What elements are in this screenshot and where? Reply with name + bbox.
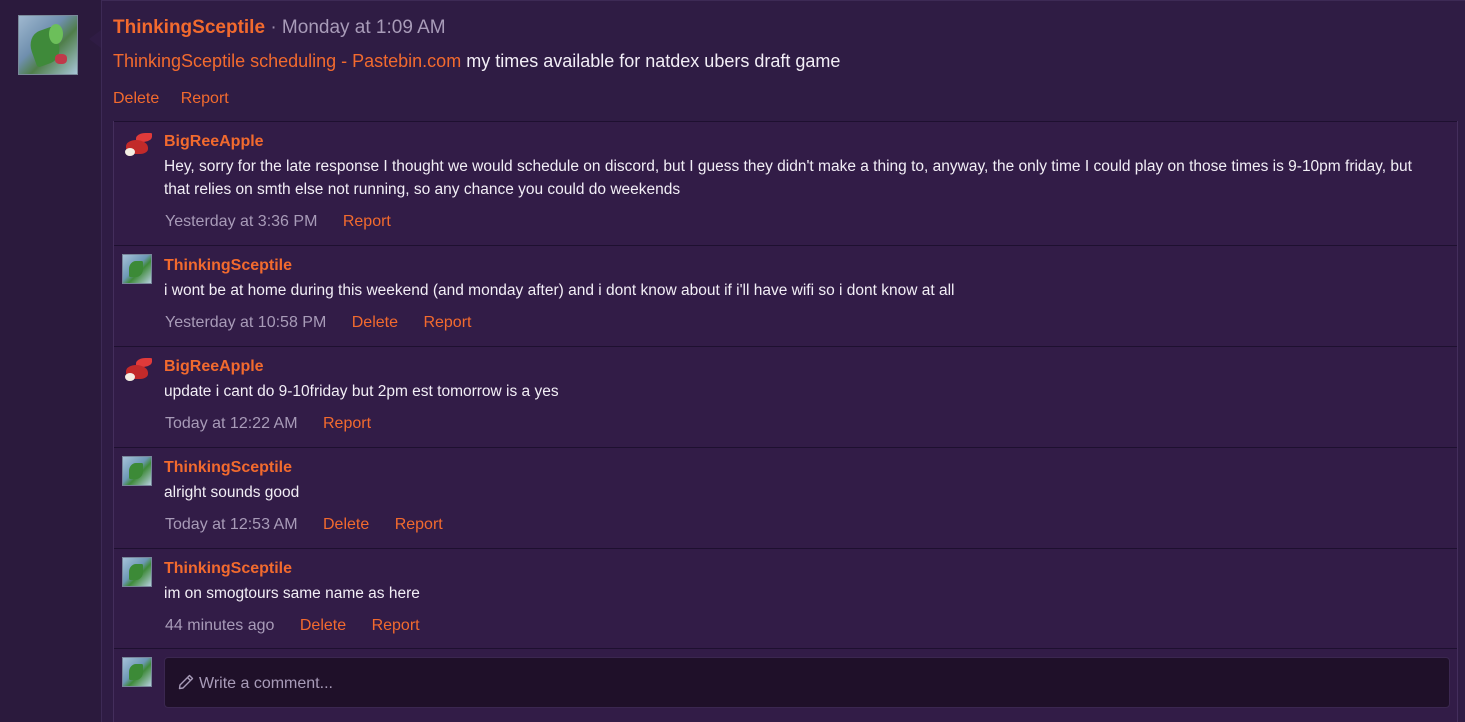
report-button[interactable]: Report	[395, 516, 443, 533]
comment-meta: 44 minutes ago Delete Report	[165, 617, 441, 635]
avatar[interactable]	[122, 456, 152, 486]
comment-time[interactable]: Today at 12:53 AM	[165, 516, 298, 533]
post-text: my times available for natdex ubers draf…	[466, 51, 841, 71]
report-button[interactable]: Report	[372, 617, 420, 634]
comment-time[interactable]: Today at 12:22 AM	[165, 415, 298, 432]
comment-text: update i cant do 9-10friday but 2pm est …	[164, 383, 559, 400]
author-avatar[interactable]	[18, 15, 78, 75]
header-separator: ·	[270, 17, 277, 38]
post-header: ThinkingSceptile · Monday at 1:09 AM	[113, 17, 446, 39]
delete-button[interactable]: Delete	[300, 617, 346, 634]
comment-author[interactable]: BigReeApple	[164, 358, 264, 376]
comment-time[interactable]: Yesterday at 3:36 PM	[165, 213, 317, 230]
avatar[interactable]	[122, 355, 152, 385]
comment-text: alright sounds good	[164, 484, 300, 501]
write-comment-input[interactable]: Write a comment...	[164, 657, 1450, 708]
comment-time[interactable]: Yesterday at 10:58 PM	[165, 314, 326, 331]
post-actions: Delete Report	[113, 90, 246, 108]
comment-text: im on smogtours same name as here	[164, 585, 420, 602]
post-time[interactable]: Monday at 1:09 AM	[282, 17, 446, 38]
comment-text: Hey, sorry for the late response I thoug…	[164, 158, 1412, 198]
comment-meta: Yesterday at 10:58 PM Delete Report	[165, 314, 492, 332]
comment-meta: Yesterday at 3:36 PM Report	[165, 213, 412, 231]
report-button[interactable]: Report	[323, 415, 371, 432]
comment-time[interactable]: 44 minutes ago	[165, 617, 274, 634]
left-gutter	[0, 0, 101, 722]
post-body: ThinkingSceptile scheduling - Pastebin.c…	[113, 51, 840, 72]
comment-author[interactable]: ThinkingSceptile	[164, 560, 292, 578]
delete-button[interactable]: Delete	[113, 90, 159, 107]
comment-item: BigReeApple Hey, sorry for the late resp…	[114, 121, 1457, 245]
comment-meta: Today at 12:22 AM Report	[165, 415, 392, 433]
comment-author[interactable]: ThinkingSceptile	[164, 459, 292, 477]
comment-text: i wont be at home during this weekend (a…	[164, 282, 955, 299]
comment-author[interactable]: BigReeApple	[164, 133, 264, 151]
comment-item: ThinkingSceptile alright sounds good Tod…	[114, 447, 1457, 548]
report-button[interactable]: Report	[423, 314, 471, 331]
avatar[interactable]	[122, 130, 152, 160]
comment-item: ThinkingSceptile im on smogtours same na…	[114, 548, 1457, 648]
comment-item: ThinkingSceptile i wont be at home durin…	[114, 245, 1457, 346]
write-comment-placeholder: Write a comment...	[199, 675, 333, 692]
delete-button[interactable]: Delete	[323, 516, 369, 533]
comments-list: BigReeApple Hey, sorry for the late resp…	[113, 121, 1458, 722]
post-author[interactable]: ThinkingSceptile	[113, 17, 265, 38]
reply-row: Write a comment...	[114, 648, 1457, 722]
delete-button[interactable]: Delete	[352, 314, 398, 331]
comment-meta: Today at 12:53 AM Delete Report	[165, 516, 464, 534]
comment-author[interactable]: ThinkingSceptile	[164, 257, 292, 275]
report-button[interactable]: Report	[343, 213, 391, 230]
report-button[interactable]: Report	[181, 90, 229, 107]
comment-item: BigReeApple update i cant do 9-10friday …	[114, 346, 1457, 447]
pencil-icon	[178, 674, 194, 690]
pastebin-link[interactable]: ThinkingSceptile scheduling - Pastebin.c…	[113, 51, 461, 71]
speech-arrow	[89, 30, 101, 48]
avatar[interactable]	[122, 557, 152, 587]
avatar[interactable]	[122, 657, 152, 687]
avatar[interactable]	[122, 254, 152, 284]
